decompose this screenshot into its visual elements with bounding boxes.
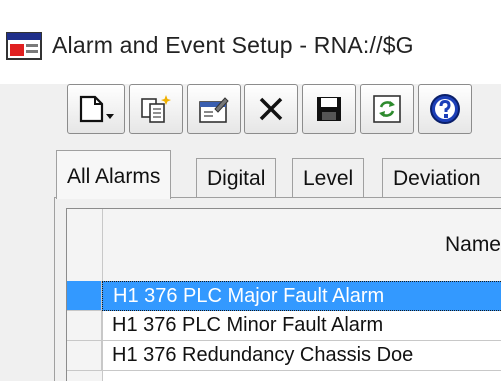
alarm-event-setup-window: Alarm and Event Setup - RNA://$G All Ala… (0, 0, 501, 381)
alarm-name-cell[interactable]: H1 376 Redundancy Chassis Doe (102, 341, 501, 371)
tab-label: Deviation (393, 167, 481, 190)
row-selector[interactable] (67, 281, 102, 311)
properties-button[interactable] (187, 84, 241, 134)
app-window-icon (6, 32, 42, 60)
table-row[interactable]: H1 376 PLC Major Fault Alarm (67, 281, 501, 311)
tab-label: All Alarms (67, 165, 161, 188)
help-button[interactable] (418, 84, 472, 134)
title-bar: Alarm and Event Setup - RNA://$G (0, 0, 501, 84)
alarm-name-cell[interactable]: H1 376 PLC Minor Fault Alarm (102, 311, 501, 341)
row-selector[interactable] (67, 311, 102, 341)
delete-button[interactable] (244, 84, 298, 134)
alarm-name-cell[interactable]: H1 376 PLC Major Fault Alarm (102, 281, 501, 311)
new-button[interactable] (67, 84, 125, 134)
copy-button[interactable] (129, 84, 183, 134)
tab-label: Level (303, 167, 354, 190)
row-selector[interactable] (67, 341, 102, 371)
table-row[interactable]: H1 376 Redundancy Chassis Doe (67, 341, 501, 371)
tab-strip: All Alarms Digital Level Deviation (0, 150, 501, 199)
grid-header-row: Name (67, 209, 501, 282)
refresh-button[interactable] (360, 84, 414, 134)
window-title: Alarm and Event Setup - RNA://$G (52, 32, 414, 58)
tab-level[interactable]: Level (292, 158, 365, 198)
tab-digital[interactable]: Digital (196, 158, 277, 198)
column-header-name[interactable]: Name (67, 209, 501, 281)
save-button[interactable] (302, 84, 356, 134)
tab-label: Digital (207, 167, 266, 190)
alarm-grid[interactable]: Name H1 376 PLC Major Fault Alarm H1 376… (66, 208, 501, 381)
toolbar (0, 84, 501, 150)
tab-deviation[interactable]: Deviation (382, 158, 501, 198)
tab-all-alarms[interactable]: All Alarms (56, 150, 172, 199)
table-row[interactable]: H1 376 PLC Minor Fault Alarm (67, 311, 501, 341)
